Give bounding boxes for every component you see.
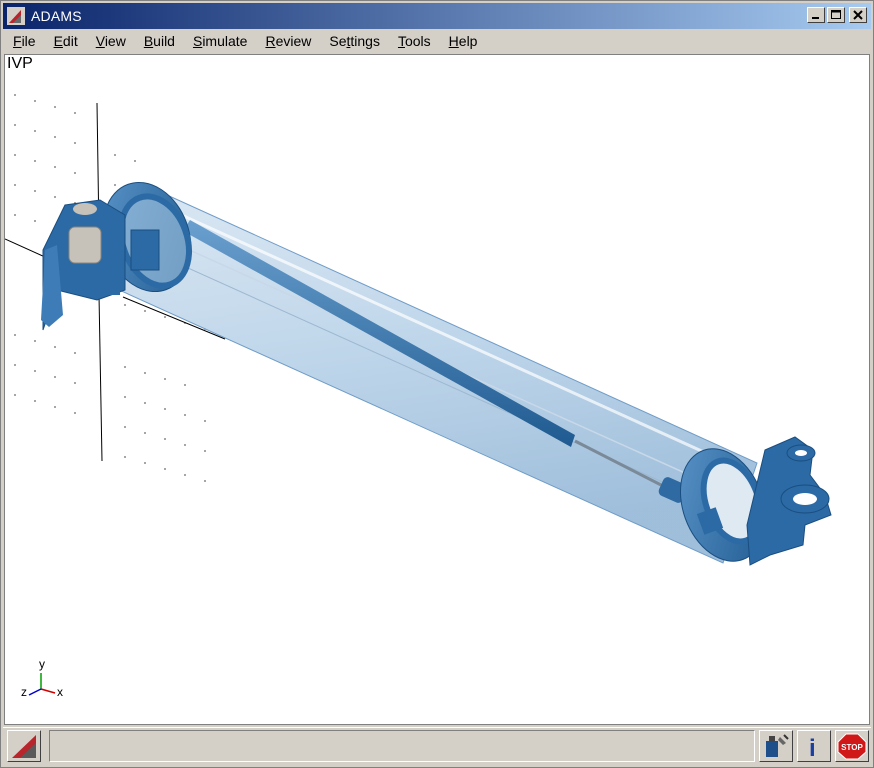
- adams-logo-icon: [12, 735, 36, 758]
- menu-file[interactable]: File: [3, 33, 44, 49]
- view-triad: y z x: [21, 657, 63, 699]
- info-button[interactable]: i: [797, 730, 831, 762]
- menu-edit[interactable]: Edit: [44, 33, 86, 49]
- stop-button[interactable]: STOP: [835, 730, 869, 762]
- menu-tools[interactable]: Tools: [388, 33, 439, 49]
- tools-icon: [766, 734, 789, 757]
- title-bar[interactable]: ADAMS: [3, 3, 871, 29]
- menu-file-rest: ile: [21, 33, 36, 49]
- svg-text:STOP: STOP: [841, 743, 863, 752]
- triad-x-label: x: [57, 685, 63, 699]
- menu-help-mnemonic: H: [448, 33, 459, 49]
- menu-view[interactable]: View: [86, 33, 134, 49]
- menu-settings-rest: tings: [350, 33, 380, 49]
- adams-logo-icon: [7, 7, 25, 25]
- triad-y-label: y: [39, 657, 45, 671]
- menu-simulate-rest: imulate: [202, 33, 248, 49]
- menu-help[interactable]: Help: [439, 33, 486, 49]
- menu-simulate[interactable]: Simulate: [183, 33, 255, 49]
- info-icon: i: [809, 735, 816, 762]
- menu-view-mnemonic: V: [95, 33, 105, 49]
- tools-button[interactable]: [759, 730, 793, 762]
- status-toolbar: i STOP: [3, 727, 871, 766]
- menu-build-rest: uild: [153, 33, 175, 49]
- menu-help-rest: elp: [458, 33, 478, 49]
- menu-edit-rest: dit: [62, 33, 78, 49]
- minimize-icon: [812, 17, 819, 19]
- menu-tools-mnemonic: T: [397, 33, 405, 49]
- adams-window: ADAMS File Edit View Build Simulate Revi…: [0, 0, 874, 768]
- triad-z-label: z: [21, 685, 27, 699]
- model-scene[interactable]: y z x: [5, 55, 870, 725]
- menu-tools-rest: ools: [404, 33, 431, 49]
- menu-review[interactable]: Review: [255, 33, 319, 49]
- menu-view-rest: iew: [104, 33, 126, 49]
- svg-text:i: i: [809, 735, 816, 761]
- menu-simulate-mnemonic: S: [192, 33, 203, 49]
- maximize-icon: [831, 10, 841, 19]
- menu-build-mnemonic: B: [143, 33, 154, 49]
- close-button[interactable]: [849, 7, 867, 23]
- menu-bar: File Edit View Build Simulate Review Set…: [3, 29, 871, 53]
- maximize-button[interactable]: [827, 7, 845, 23]
- main-toolbox-button[interactable]: [7, 730, 41, 762]
- menu-settings-start: Se: [329, 33, 347, 49]
- stop-icon: STOP: [837, 733, 867, 760]
- model-viewport[interactable]: IVP y z x: [4, 54, 870, 725]
- close-icon: [853, 10, 863, 20]
- menu-settings[interactable]: Settings: [319, 33, 388, 49]
- status-field: [49, 730, 755, 762]
- menu-review-mnemonic: R: [265, 33, 276, 49]
- menu-edit-mnemonic: E: [53, 33, 63, 49]
- menu-file-mnemonic: F: [13, 33, 22, 49]
- menu-review-rest: eview: [275, 33, 312, 49]
- menu-build[interactable]: Build: [134, 33, 183, 49]
- piston-rod[interactable]: [183, 220, 689, 504]
- window-title: ADAMS: [31, 8, 82, 24]
- minimize-button[interactable]: [807, 7, 825, 23]
